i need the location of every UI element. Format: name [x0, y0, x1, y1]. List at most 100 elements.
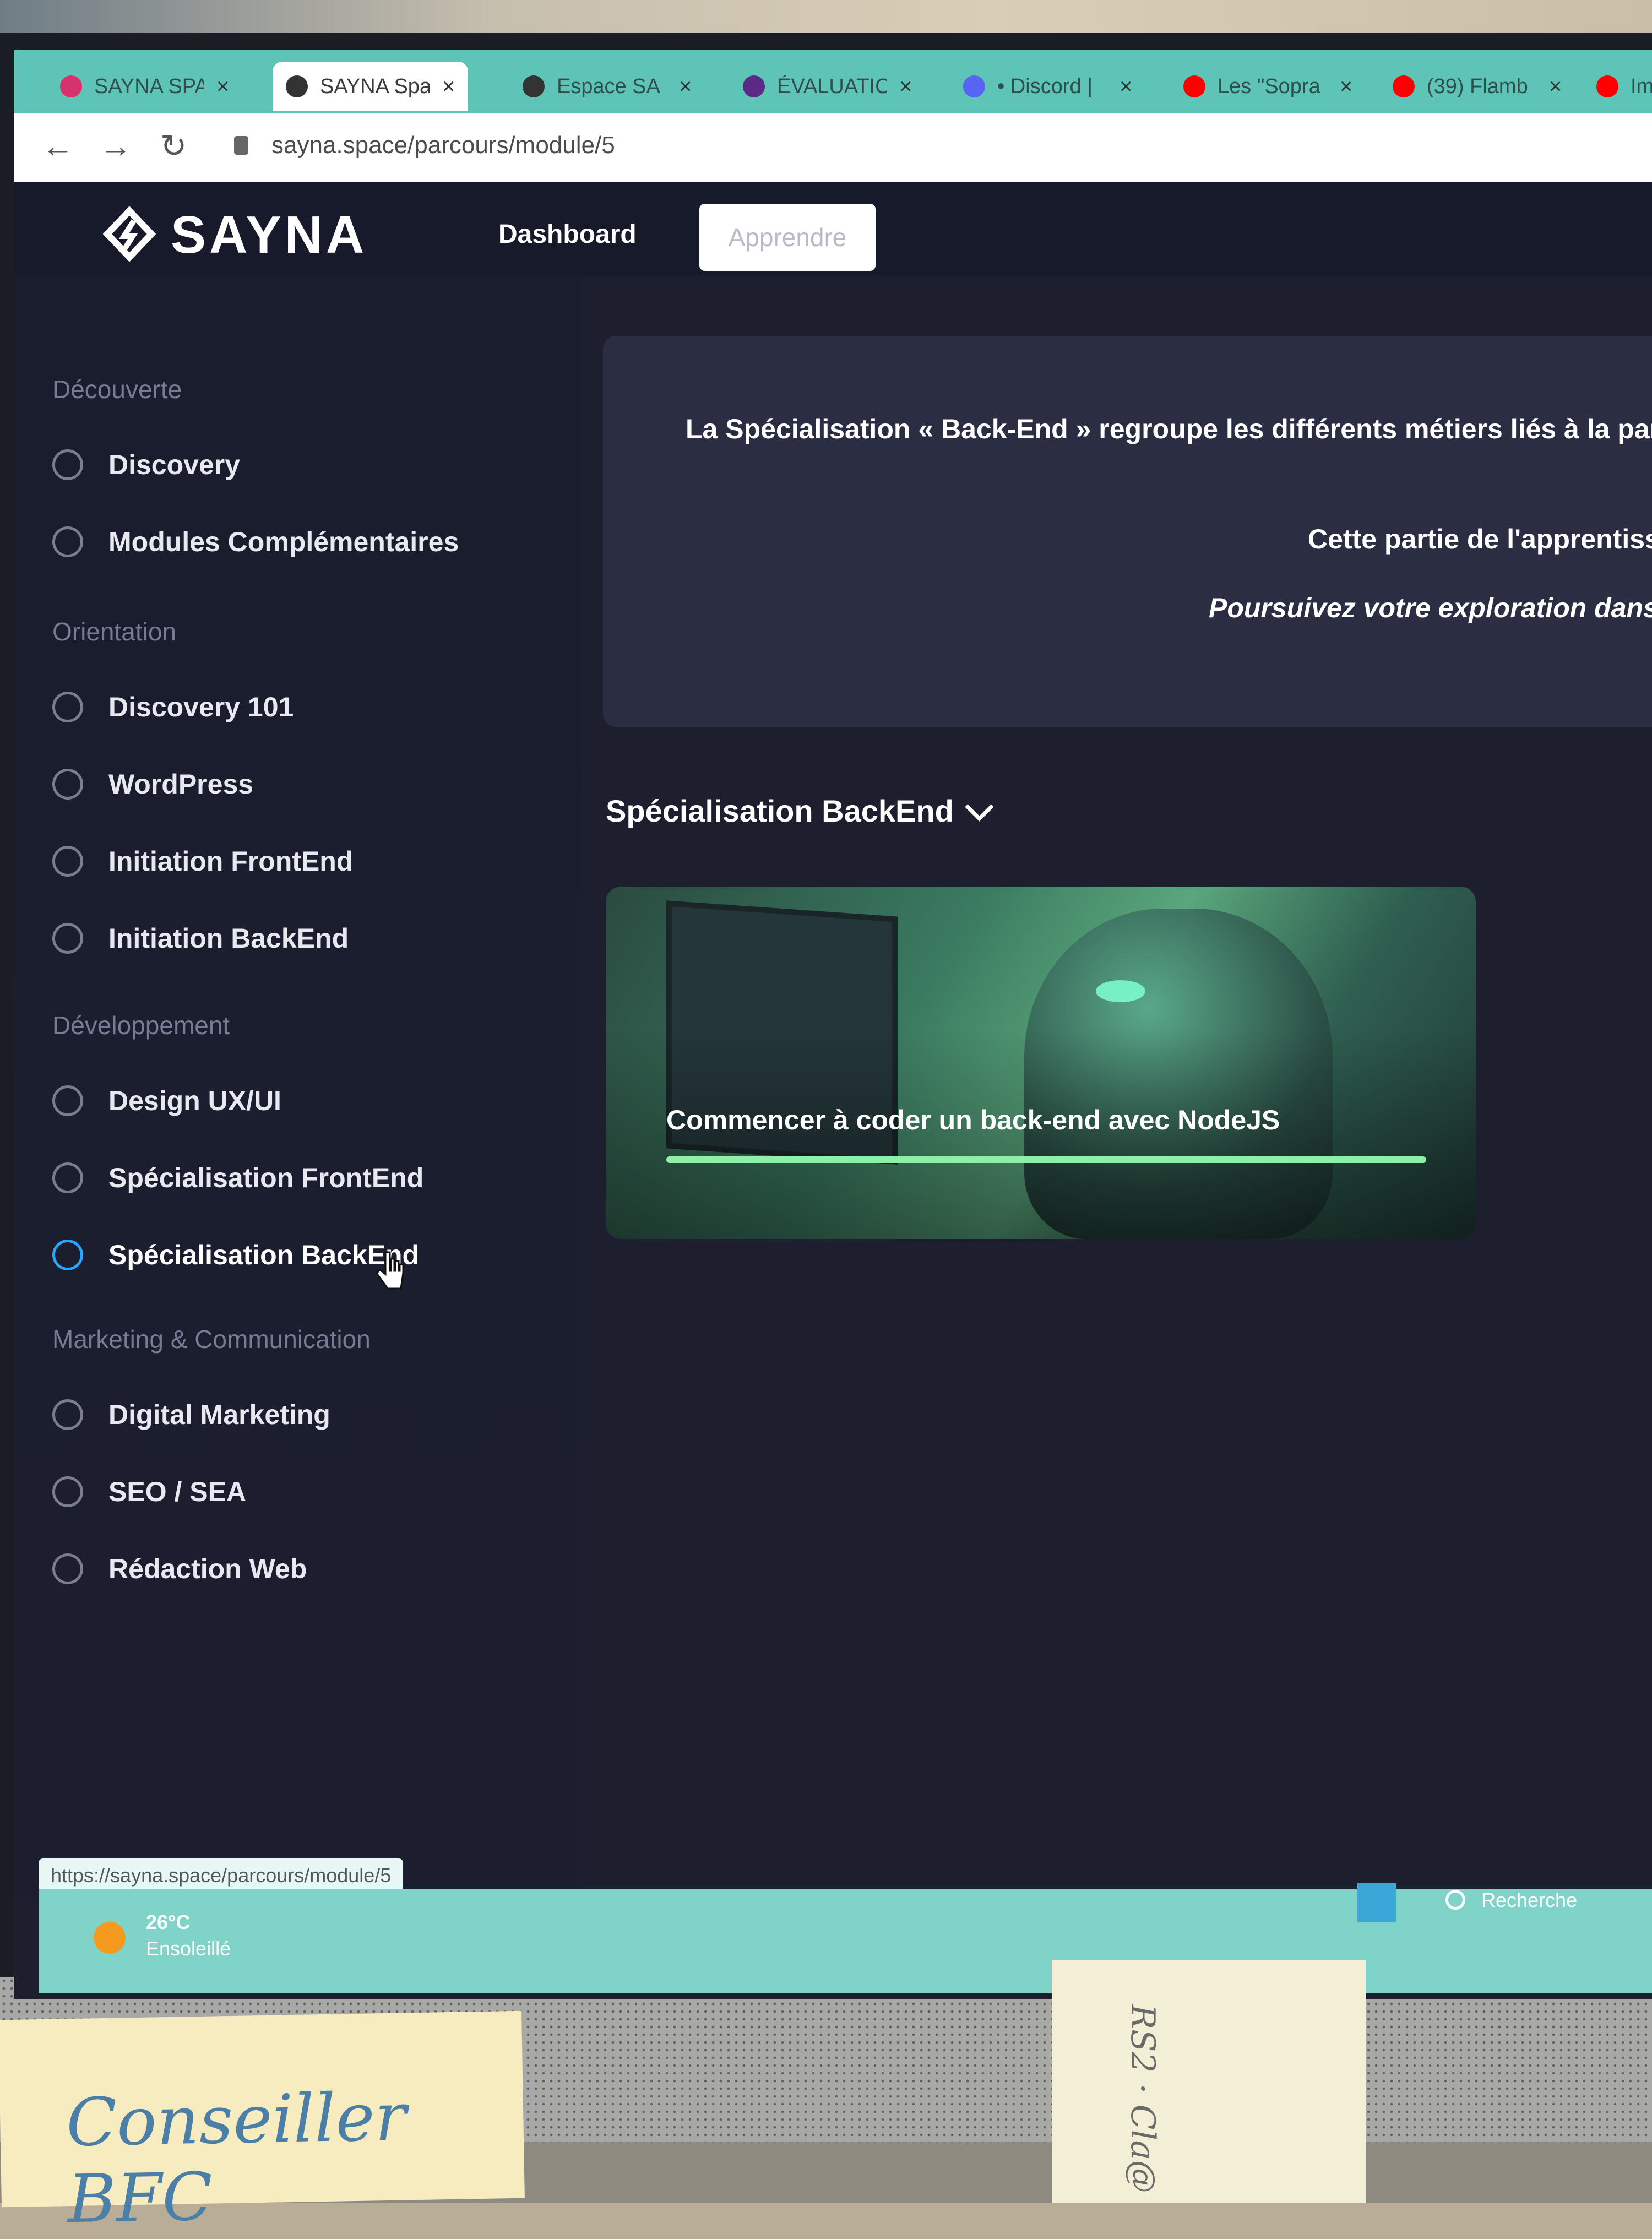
sidebar-item[interactable]: SEO / SEA	[52, 1476, 246, 1508]
browser-tab[interactable]: ÉVALUATIC ×	[730, 62, 925, 111]
lock-icon	[234, 136, 248, 155]
tab-favicon-icon	[743, 75, 765, 97]
tab-title: Les "Sopra	[1218, 74, 1320, 98]
radio-icon	[52, 1399, 83, 1430]
taskbar: 26°C Ensoleillé Recherche	[39, 1883, 1652, 1993]
sidebar-section-title: Marketing & Communication	[52, 1325, 371, 1354]
radio-icon	[52, 449, 83, 480]
sidebar-section-title: Découverte	[52, 375, 182, 404]
browser-tab[interactable]: Ima	[1583, 62, 1652, 111]
intro-panel: La Spécialisation « Back-End » regroupe …	[603, 336, 1652, 727]
nav-apprendre-button[interactable]: Apprendre	[699, 204, 876, 271]
sidebar-item-label: Rédaction Web	[108, 1553, 307, 1584]
weather-description: Ensoleillé	[146, 1937, 231, 1960]
tab-close-icon[interactable]: ×	[442, 74, 455, 99]
course-title: Commencer à coder un back-end avec NodeJ…	[666, 1105, 1280, 1135]
back-button[interactable]: ←	[36, 124, 80, 168]
browser-address-bar: ← → ↻ sayna.space/parcours/module/5	[14, 113, 1652, 182]
section-dropdown[interactable]: Spécialisation BackEnd	[606, 792, 994, 829]
sidebar-item[interactable]: Discovery 101	[52, 691, 294, 723]
course-progress-fill	[666, 1156, 1426, 1163]
tab-title: Espace SA	[557, 74, 660, 98]
tab-close-icon[interactable]: ×	[899, 74, 912, 99]
tab-title: • Discord |	[997, 74, 1093, 98]
course-card[interactable]: Commencer à coder un back-end avec NodeJ…	[606, 887, 1476, 1239]
tab-close-icon[interactable]: ×	[679, 74, 692, 99]
radio-icon	[52, 1553, 83, 1584]
sidebar-item[interactable]: Digital Marketing	[52, 1399, 330, 1431]
tab-favicon-icon	[963, 75, 985, 97]
tab-favicon-icon	[60, 75, 82, 97]
reload-icon: ↻	[160, 128, 187, 164]
sun-icon[interactable]	[94, 1922, 126, 1954]
sticky-note-left: Conseiller BFC	[0, 2010, 525, 2238]
radio-icon	[52, 846, 83, 877]
tab-close-icon[interactable]: ×	[1120, 74, 1132, 99]
sidebar-item-label: Modules Complémentaires	[108, 526, 459, 557]
sidebar-item-label: SEO / SEA	[108, 1476, 247, 1507]
sidebar-item-label: WordPress	[108, 769, 254, 800]
browser-tab[interactable]: SAYNA SPA ×	[47, 62, 242, 111]
sidebar-item[interactable]: Design UX/UI	[52, 1085, 281, 1117]
radio-icon	[52, 923, 83, 954]
sidebar-item-label: Design UX/UI	[108, 1085, 281, 1116]
radio-icon	[52, 526, 83, 557]
radio-selected-icon	[52, 1240, 83, 1270]
sidebar-item-label: Digital Marketing	[108, 1399, 330, 1430]
section-dropdown-label: Spécialisation BackEnd	[606, 794, 954, 828]
sidebar-item[interactable]: Spécialisation FrontEnd	[52, 1162, 423, 1194]
tab-title: ÉVALUATIC	[777, 74, 887, 98]
tab-close-icon[interactable]: ×	[1340, 74, 1352, 99]
sticky-note-handwriting: RS2 · Cla@	[1123, 2004, 1162, 2193]
sidebar-item[interactable]: Discovery	[52, 449, 240, 481]
reload-button[interactable]: ↻	[151, 124, 195, 168]
tab-favicon-icon	[1393, 75, 1415, 97]
sidebar-item-label: Initiation BackEnd	[108, 923, 349, 954]
radio-icon	[52, 692, 83, 722]
forward-icon: →	[100, 128, 132, 164]
search-icon[interactable]	[1446, 1890, 1465, 1910]
sayna-logo-icon	[102, 206, 156, 262]
windows-start-icon[interactable]	[1357, 1883, 1396, 1922]
tab-title: Ima	[1631, 74, 1652, 98]
browser-tab[interactable]: • Discord | ×	[950, 62, 1145, 111]
sidebar: Découverte Discovery Modules Complémentair…	[14, 275, 581, 1900]
screen: SAYNA SPA × SAYNA Spa × Espace SA × ÉVALUATIC ×…	[14, 50, 1652, 1999]
sidebar-item[interactable]: WordPress	[52, 768, 253, 800]
tab-close-icon[interactable]: ×	[1549, 74, 1562, 99]
sidebar-item-label: Discovery	[108, 449, 241, 480]
sidebar-item-label: Spécialisation FrontEnd	[108, 1162, 424, 1193]
sidebar-item[interactable]: Modules Complémentaires	[52, 526, 459, 558]
nav-dashboard-link[interactable]: Dashboard	[498, 219, 637, 249]
sidebar-item[interactable]: Initiation FrontEnd	[52, 845, 353, 877]
url-input[interactable]: sayna.space/parcours/module/5	[271, 132, 615, 159]
chevron-down-icon	[965, 792, 994, 822]
sidebar-item[interactable]: Initiation BackEnd	[52, 922, 349, 954]
intro-text: La Spécialisation « Back-End » regroupe …	[686, 414, 1652, 444]
browser-tab[interactable]: (39) Flamb ×	[1379, 62, 1575, 111]
sidebar-item[interactable]: Rédaction Web	[52, 1553, 307, 1585]
sidebar-item[interactable]: Spécialisation BackEnd	[52, 1239, 419, 1271]
intro-text: Cette partie de l'apprentissag	[1308, 524, 1652, 555]
browser-tab[interactable]: Espace SA ×	[509, 62, 705, 111]
taskbar-search-label[interactable]: Recherche	[1481, 1889, 1577, 1912]
hand-cursor-icon	[376, 1251, 404, 1290]
browser-tab[interactable]: SAYNA Spa ×	[273, 62, 469, 111]
tab-title: SAYNA SPA	[94, 74, 204, 98]
tab-close-icon[interactable]: ×	[216, 74, 229, 99]
radio-icon	[52, 769, 83, 800]
radio-icon	[52, 1476, 83, 1507]
forward-button[interactable]: →	[94, 124, 138, 168]
brand-name[interactable]: SAYNA	[171, 205, 367, 265]
sidebar-item-label: Initiation FrontEnd	[108, 846, 354, 877]
tab-title: (39) Flamb	[1427, 74, 1528, 98]
course-progress-bar	[666, 1156, 1426, 1163]
tab-favicon-icon	[523, 75, 545, 97]
sticky-note-handwriting: Conseiller BFC	[66, 2079, 407, 2238]
sidebar-item-label: Discovery 101	[108, 692, 294, 722]
weather-temperature: 26°C	[146, 1911, 191, 1933]
back-icon: ←	[42, 128, 74, 164]
browser-tab[interactable]: Les "Sopra ×	[1170, 62, 1366, 111]
radio-icon	[52, 1162, 83, 1193]
browser-tab-bar: SAYNA SPA × SAYNA Spa × Espace SA × ÉVALUATIC ×…	[14, 50, 1652, 113]
